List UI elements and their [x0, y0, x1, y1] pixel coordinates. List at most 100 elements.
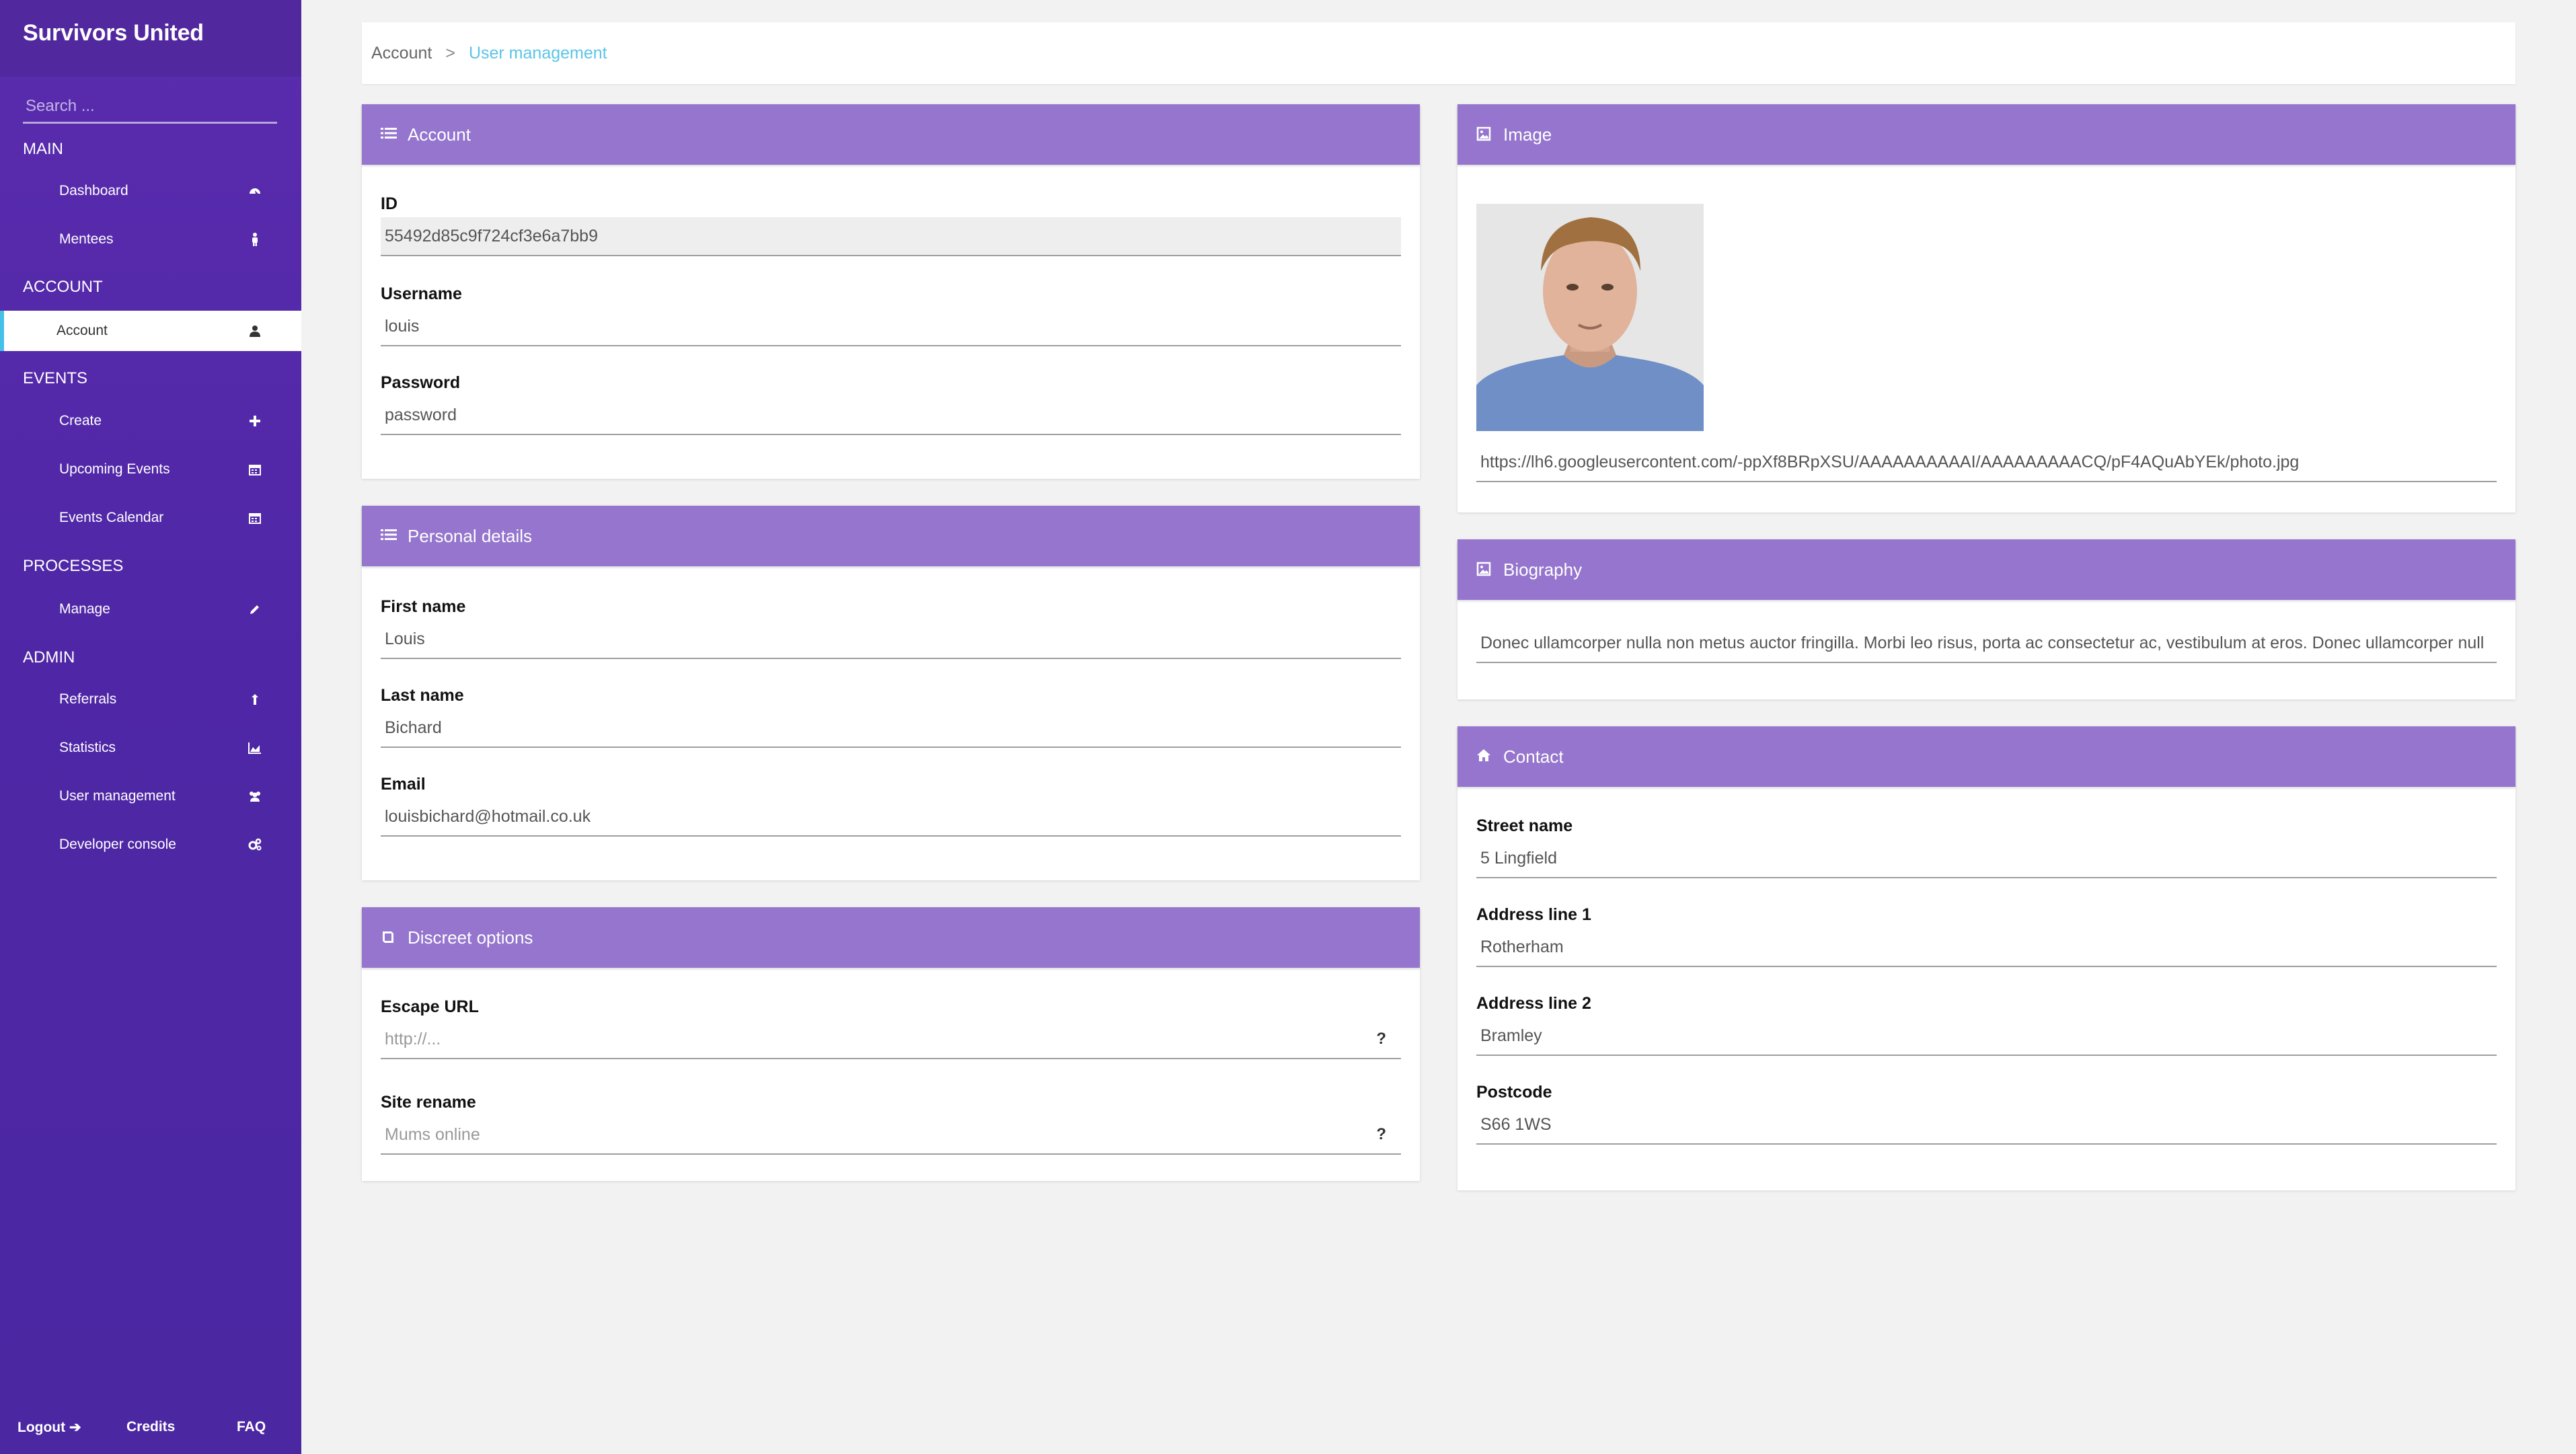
logout-link[interactable]: Logout ➔ — [17, 1419, 81, 1436]
account-panel: Account ID Username Password — [362, 104, 1420, 479]
sidebar-item-mentees[interactable]: Mentees — [0, 219, 301, 260]
sidebar-item-events-calendar[interactable]: Events Calendar — [0, 498, 301, 538]
address-line-2-label: Address line 2 — [1476, 994, 1591, 1013]
users-icon — [248, 789, 262, 804]
sidebar-item-label: Events Calendar — [59, 510, 164, 525]
image-url-field — [1476, 441, 2497, 482]
postcode-input[interactable] — [1476, 1106, 2497, 1145]
email-field: Email — [381, 775, 1401, 837]
email-input[interactable] — [381, 798, 1401, 837]
biography-panel: Biography — [1457, 539, 2515, 699]
email-label: Email — [381, 775, 426, 794]
password-field: Password — [381, 373, 1401, 435]
calendar-icon — [248, 462, 262, 477]
section-main: MAIN — [23, 140, 63, 158]
share-icon — [248, 692, 262, 707]
sidebar-item-label: Referrals — [59, 691, 117, 707]
escape-url-input[interactable] — [381, 1020, 1401, 1059]
street-name-input[interactable] — [1476, 839, 2497, 878]
credits-link[interactable]: Credits — [126, 1419, 175, 1435]
sidebar-item-dashboard[interactable]: Dashboard — [0, 171, 301, 211]
panel-header: Personal details — [362, 506, 1420, 566]
search-input[interactable] — [23, 90, 277, 124]
site-rename-help-icon[interactable]: ? — [1376, 1125, 1386, 1144]
sidebar: Survivors United MAIN Dashboard Mentees … — [0, 0, 301, 1454]
address-line-1-field: Address line 1 — [1476, 905, 2497, 967]
sidebar-item-label: Mentees — [59, 231, 114, 247]
panel-title: Discreet options — [408, 927, 533, 948]
sidebar-item-label: Dashboard — [59, 183, 128, 198]
sidebar-item-upcoming-events[interactable]: Upcoming Events — [0, 449, 301, 490]
section-account: ACCOUNT — [23, 278, 103, 296]
id-field: ID — [381, 194, 1401, 256]
section-admin: ADMIN — [23, 648, 75, 666]
section-events: EVENTS — [23, 369, 88, 387]
panel-header: Biography — [1457, 539, 2515, 600]
image-panel: Image — [1457, 104, 2515, 512]
last-name-field: Last name — [381, 686, 1401, 748]
panel-header: Contact — [1457, 726, 2515, 787]
contact-panel: Contact Street name Address line 1 Addre… — [1457, 726, 2515, 1190]
site-rename-label: Site rename — [381, 1093, 476, 1112]
panel-title: Account — [408, 124, 471, 145]
first-name-input[interactable] — [381, 620, 1401, 659]
breadcrumb-account[interactable]: Account — [371, 44, 432, 63]
sidebar-item-manage[interactable]: Manage — [0, 589, 301, 629]
panel-header: Image — [1457, 104, 2515, 165]
sidebar-item-label: Manage — [59, 601, 110, 617]
last-name-input[interactable] — [381, 709, 1401, 748]
sidebar-item-label: User management — [59, 788, 176, 804]
profile-photo — [1476, 204, 1704, 431]
user-icon — [248, 323, 262, 338]
password-label: Password — [381, 373, 461, 392]
street-name-label: Street name — [1476, 816, 1573, 835]
username-field: Username — [381, 284, 1401, 346]
section-processes: PROCESSES — [23, 557, 124, 575]
site-rename-field: Site rename ? — [381, 1093, 1401, 1155]
image-icon — [1476, 562, 1492, 578]
id-label: ID — [381, 194, 397, 213]
sidebar-item-label: Account — [56, 323, 108, 338]
sidebar-item-label: Upcoming Events — [59, 461, 170, 477]
address-line-2-field: Address line 2 — [1476, 994, 2497, 1056]
id-input — [381, 217, 1401, 256]
username-label: Username — [381, 284, 462, 303]
personal-details-panel: Personal details First name Last name Em… — [362, 506, 1420, 880]
first-name-label: First name — [381, 597, 466, 616]
discreet-options-panel: Discreet options Escape URL ? Site renam… — [362, 907, 1420, 1181]
postcode-field: Postcode — [1476, 1083, 2497, 1145]
sidebar-item-create[interactable]: Create — [0, 401, 301, 441]
pencil-icon — [248, 602, 262, 617]
breadcrumb: Account > User management — [362, 22, 2515, 84]
address-line-1-input[interactable] — [1476, 928, 2497, 967]
address-line-2-input[interactable] — [1476, 1017, 2497, 1056]
image-icon — [1476, 126, 1492, 143]
sidebar-item-label: Create — [59, 413, 102, 428]
sidebar-item-account[interactable]: Account — [0, 311, 301, 351]
panel-title: Biography — [1503, 559, 1583, 580]
list-icon — [381, 528, 397, 544]
panel-header: Discreet options — [362, 907, 1420, 968]
escape-url-label: Escape URL — [381, 997, 479, 1016]
faq-link[interactable]: FAQ — [237, 1419, 266, 1435]
username-input[interactable] — [381, 307, 1401, 346]
sidebar-item-developer-console[interactable]: Developer console — [0, 825, 301, 865]
biography-input[interactable] — [1476, 624, 2497, 663]
escape-url-help-icon[interactable]: ? — [1376, 1030, 1386, 1048]
book-icon — [381, 929, 397, 946]
escape-url-field: Escape URL ? — [381, 997, 1401, 1059]
street-name-field: Street name — [1476, 816, 2497, 878]
postcode-label: Postcode — [1476, 1083, 1552, 1102]
sidebar-item-referrals[interactable]: Referrals — [0, 679, 301, 720]
address-line-1-label: Address line 1 — [1476, 905, 1591, 924]
last-name-label: Last name — [381, 686, 464, 705]
password-input[interactable] — [381, 396, 1401, 435]
panel-header: Account — [362, 104, 1420, 165]
area-chart-icon — [248, 740, 262, 755]
sidebar-item-label: Statistics — [59, 740, 116, 755]
site-rename-input[interactable] — [381, 1116, 1401, 1155]
sidebar-item-user-management[interactable]: User management — [0, 776, 301, 816]
sidebar-item-statistics[interactable]: Statistics — [0, 728, 301, 768]
panel-title: Contact — [1503, 746, 1564, 767]
image-url-input[interactable] — [1476, 443, 2497, 482]
